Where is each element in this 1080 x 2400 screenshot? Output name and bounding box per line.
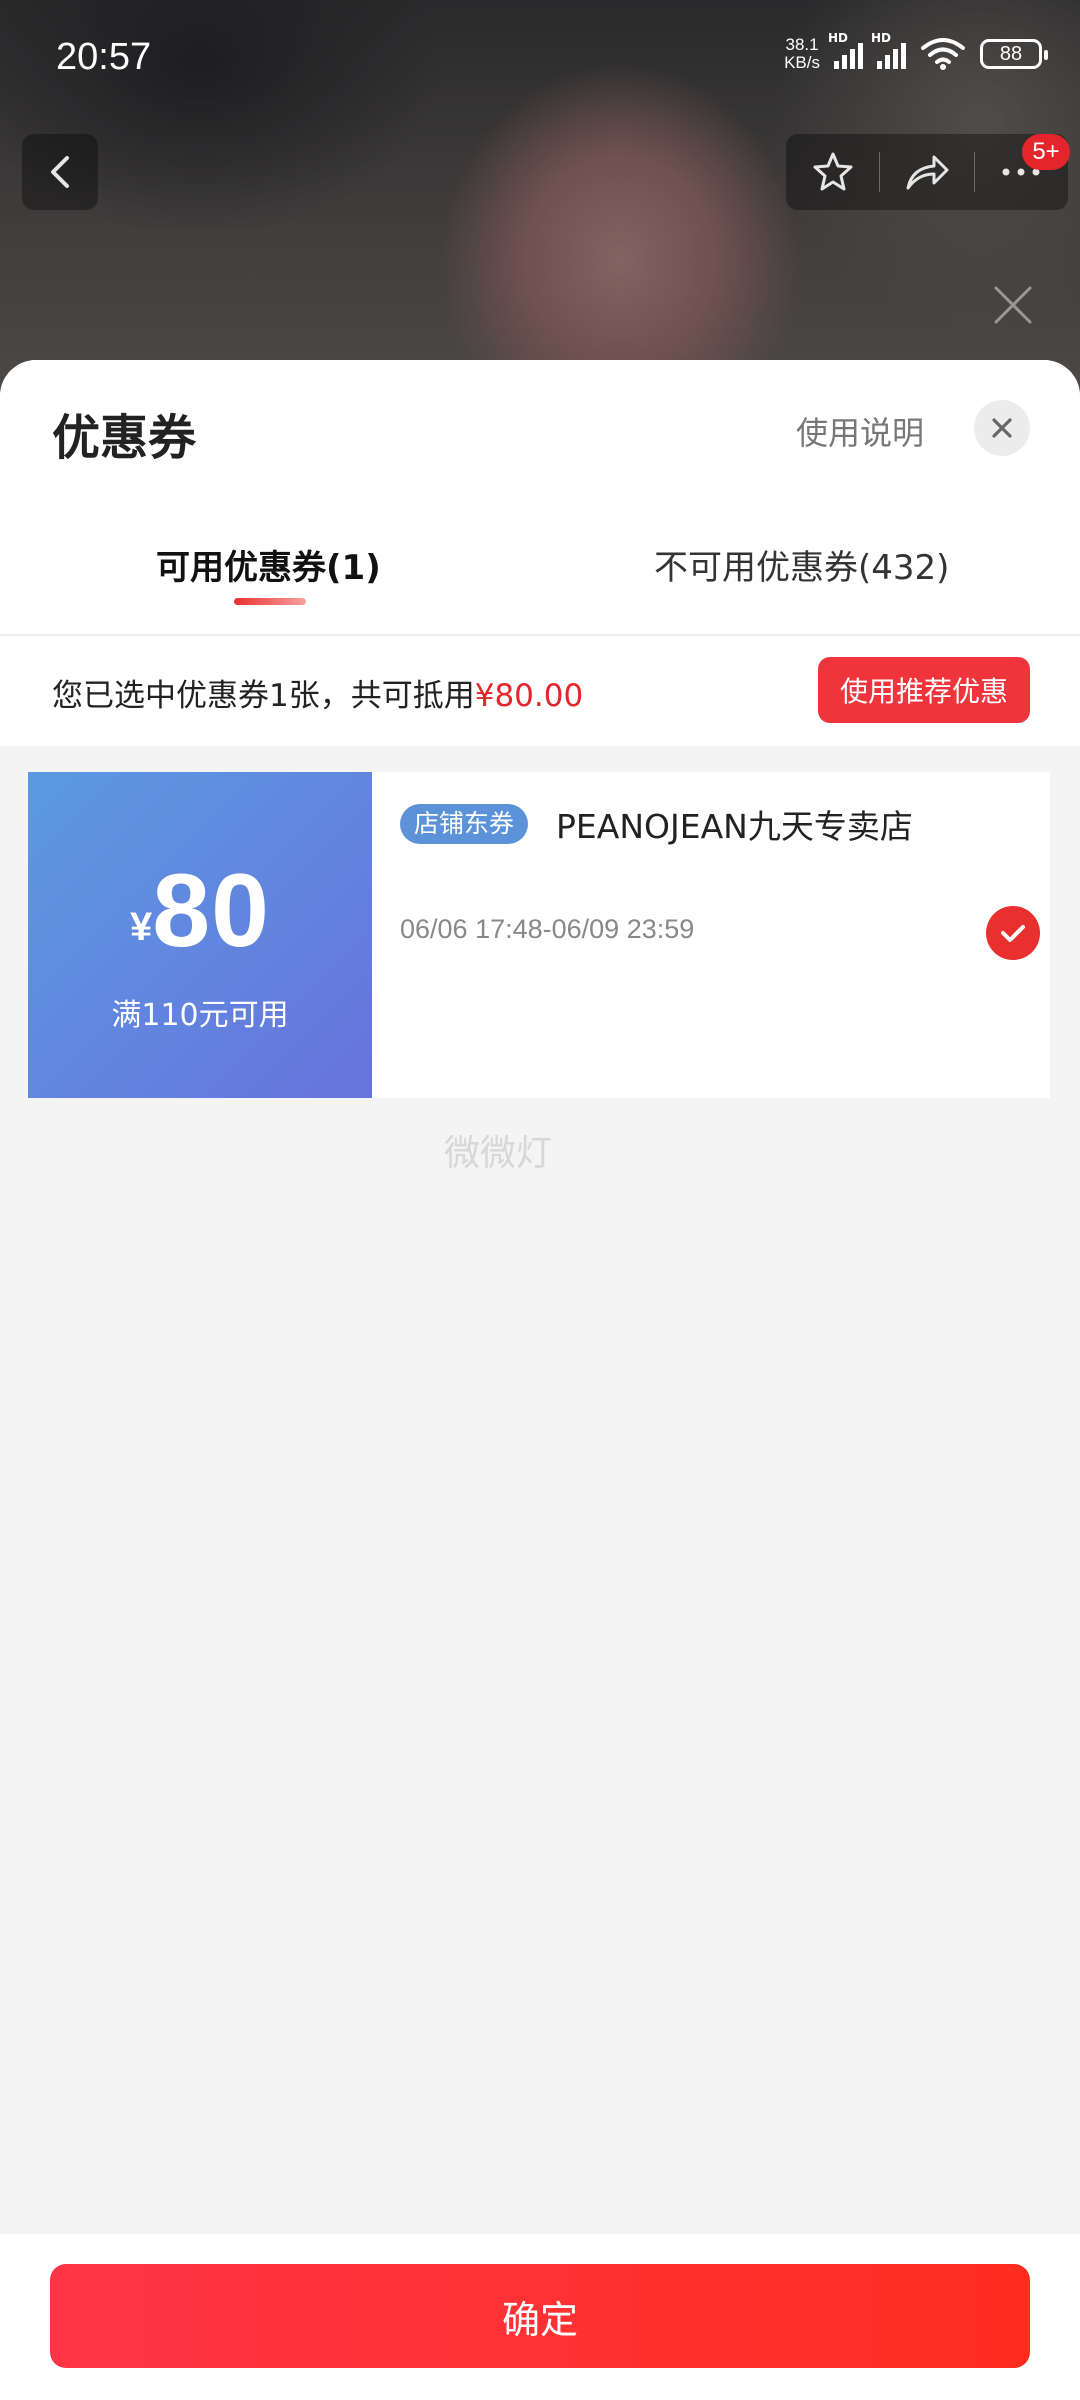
coupon-validity: 06/06 17:48-06/09 23:59 [400,914,695,944]
close-button[interactable] [974,400,1030,456]
network-speed: 38.1 KB/s [784,36,820,72]
close-icon [994,286,1032,324]
check-icon [1001,925,1025,942]
sheet-header: 优惠券 使用说明 可用优惠券(1) 不可用优惠券(432) [0,360,1080,634]
sheet-title: 优惠券 [52,410,197,466]
network-speed-unit: KB/s [784,53,820,72]
status-bar: 20:57 38.1 KB/s HD HD 88 [0,0,1080,120]
coupon-amount: 80 [152,853,270,969]
coupon-value-panel: ¥80 满110元可用 [22,772,372,1098]
favorite-button[interactable] [786,134,879,210]
share-button[interactable] [880,134,973,210]
sheet-footer: 确定 [0,2234,1080,2400]
back-button[interactable] [22,134,98,210]
status-indicators: 38.1 KB/s HD HD 88 [784,31,1048,72]
share-icon [906,155,949,190]
signal-icon: HD [828,31,863,69]
summary-label: 您已选中优惠券1张，共可抵用 [52,678,475,714]
coupon-card[interactable]: ¥80 满110元可用 店铺东券 PEANOJEAN九天专卖店 06/06 17… [22,772,1050,1098]
active-tab-indicator [234,598,306,605]
usage-instructions-link[interactable]: 使用说明 [796,408,924,454]
coupon-value: ¥80 [28,852,372,971]
watermark: 微微灯 [444,1133,553,1174]
coupon-currency: ¥ [130,905,153,949]
coupon-type-badge: 店铺东券 [400,804,529,844]
coupon-select-checkbox[interactable] [986,906,1040,960]
coupon-store-name: PEANOJEAN九天专卖店 [556,807,913,846]
signal-hd-label: HD [828,31,849,45]
use-recommended-button[interactable]: 使用推荐优惠 [818,657,1030,723]
battery-icon: 88 [980,39,1048,69]
summary-text: 您已选中优惠券1张，共可抵用¥80.00 [52,670,583,715]
confirm-button[interactable]: 确定 [50,2264,1030,2368]
signal-hd-label-2: HD [871,31,892,45]
coupon-details: 店铺东券 PEANOJEAN九天专卖店 06/06 17:48-06/09 23… [372,772,1050,1098]
coupon-condition: 满110元可用 [111,998,289,1033]
star-icon [813,152,853,191]
coupon-sheet: 优惠券 使用说明 可用优惠券(1) 不可用优惠券(432) 您已选中优惠券1张，… [0,360,1080,2400]
close-icon [992,418,1012,438]
status-time: 20:57 [56,36,152,78]
wifi-icon [921,38,965,70]
tab-available-coupons[interactable]: 可用优惠券(1) [156,540,381,589]
summary-amount: ¥80.00 [474,678,584,714]
network-speed-value: 38.1 [785,35,819,54]
message-badge: 5+ [1022,134,1070,170]
signal-icon-2: HD [871,31,906,69]
selection-summary: 您已选中优惠券1张，共可抵用¥80.00 使用推荐优惠 [0,636,1080,746]
chevron-left-icon [51,156,69,188]
tab-unavailable-coupons[interactable]: 不可用优惠券(432) [654,540,949,589]
